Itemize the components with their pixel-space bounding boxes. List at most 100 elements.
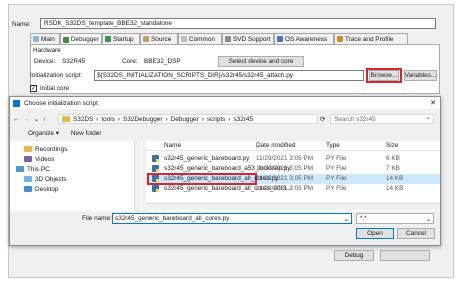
config-tabs: Main Debugger Startup Source Common SVD … <box>30 33 440 45</box>
python-file-icon <box>152 155 159 163</box>
nav-item-desktop[interactable]: Desktop <box>24 184 142 194</box>
column-date[interactable]: Date modified <box>256 142 295 149</box>
open-button[interactable]: Open <box>356 228 394 239</box>
search-placeholder: Search s32r45 <box>334 115 376 123</box>
file-list: Name Date modified Type Size s32r45_gene… <box>146 141 440 211</box>
init-script-value: ${S32DS_INITIALIZATION_SCRIPTS_DIR}/s32r… <box>97 72 293 79</box>
core-label: Core: <box>122 58 138 65</box>
debugger-tab-icon <box>63 36 69 43</box>
desktop-icon <box>24 186 32 192</box>
tab-os-awareness[interactable]: OS Awareness <box>274 33 334 44</box>
breadcrumb-s32ds[interactable]: S32DS <box>73 116 93 123</box>
breadcrumb[interactable]: S32DS › tools › S32Debugger › Debugger › scr… <box>58 114 318 124</box>
column-name[interactable]: Name <box>164 142 181 149</box>
debug-button[interactable]: Debug <box>334 250 374 261</box>
file-size: 7 KB <box>386 165 400 173</box>
trace-tab-icon <box>337 36 343 42</box>
close-button[interactable] <box>380 250 430 261</box>
config-name-field[interactable]: RSDK_S32DS_template_BBE32_standalone <box>40 18 436 29</box>
file-size: 14 KB <box>386 185 404 193</box>
breadcrumb-debugger[interactable]: Debugger <box>171 116 199 123</box>
cancel-button[interactable]: Cancel <box>397 228 435 239</box>
breadcrumb-s32debugger[interactable]: S32Debugger <box>123 116 162 123</box>
breadcrumb-tools[interactable]: tools <box>101 116 115 123</box>
file-list-hscrollbar[interactable] <box>146 203 440 210</box>
search-icon: ⌕ <box>426 115 430 122</box>
python-file-icon <box>152 185 159 193</box>
name-label: Name: <box>12 20 31 28</box>
file-type: PY File <box>326 185 347 193</box>
device-value: S32R45 <box>62 58 86 65</box>
nav-item-3d-objects[interactable]: 3D Objects <box>24 174 142 184</box>
folder-icon <box>24 146 32 152</box>
startup-tab-icon <box>105 36 111 42</box>
dialog-toolbar: Organize ▾ New folder <box>10 127 440 139</box>
navigation-pane: Recordings Videos This PC 3D Objects Des… <box>10 141 142 211</box>
breadcrumb-scripts[interactable]: scripts <box>207 116 225 123</box>
nav-item-videos[interactable]: Videos <box>24 154 142 164</box>
file-row[interactable]: s32r45_generic_bareboard.py 11/29/2021 3… <box>146 154 440 164</box>
variables-button[interactable]: Variables... <box>404 70 437 81</box>
select-device-button[interactable]: Select device and core <box>218 56 304 67</box>
source-tab-icon <box>143 36 149 42</box>
browse-button[interactable]: Browse... <box>369 70 399 81</box>
file-date: 11/29/2021 3:05 PM <box>256 175 314 183</box>
refresh-icon[interactable]: ⟳ <box>320 114 328 124</box>
forward-arrow-icon[interactable]: → <box>23 116 29 123</box>
initial-core-checkbox[interactable]: ✓ <box>30 85 37 92</box>
filename-label: File name: <box>82 215 112 222</box>
cube-icon <box>24 176 32 182</box>
chevron-down-icon[interactable]: ⌄ <box>344 215 349 223</box>
tab-main[interactable]: Main <box>30 33 60 44</box>
common-tab-icon <box>181 36 187 42</box>
new-folder-button[interactable]: New folder <box>71 130 102 137</box>
filter-value: *.* <box>360 215 367 222</box>
main-tab-icon <box>33 36 39 42</box>
video-folder-icon <box>24 156 32 162</box>
file-type: PY File <box>326 165 347 173</box>
file-name: s32r45_generic_bareboard.py <box>164 155 250 163</box>
file-type-filter[interactable]: *.* ⌄ <box>356 213 434 224</box>
python-file-icon <box>152 175 159 183</box>
computer-icon <box>16 166 24 172</box>
nav-item-recordings[interactable]: Recordings <box>24 144 142 154</box>
dialog-title: Choose initialization script <box>24 99 98 107</box>
column-size[interactable]: Size <box>386 142 398 149</box>
tab-svd-support[interactable]: SVD Support <box>222 33 274 44</box>
core-value: BBE32_DSP <box>144 58 181 65</box>
organize-menu[interactable]: Organize ▾ <box>28 129 59 137</box>
tab-trace-profile[interactable]: Trace and Profile <box>334 33 408 44</box>
tab-startup[interactable]: Startup <box>102 33 140 44</box>
file-type: PY File <box>326 155 347 163</box>
file-row[interactable]: s32r45_generic_bareboard_all_cores_ddr3.… <box>146 184 440 194</box>
init-script-label: Initialization script: <box>30 72 83 79</box>
tab-common[interactable]: Common <box>178 33 222 44</box>
file-size: 6 KB <box>386 155 400 163</box>
filename-value: s32r45_generic_bareboard_all_cores.py <box>115 215 230 222</box>
dialog-titlebar: Choose initialization script ✕ <box>10 97 440 109</box>
nav-item-this-pc[interactable]: This PC <box>16 164 142 174</box>
chevron-down-icon[interactable]: ⌄ <box>34 115 39 123</box>
config-name-value: RSDK_S32DS_template_BBE32_standalone <box>44 20 172 27</box>
dialog-app-icon <box>13 99 20 107</box>
dialog-nav-bar: ← → ⌄ ↑ S32DS › tools › S32Debugger › Debug… <box>10 113 440 125</box>
file-date: 11/29/2021 3:05 PM <box>256 155 314 163</box>
up-arrow-icon[interactable]: ↑ <box>43 116 46 123</box>
close-icon[interactable]: ✕ <box>430 99 436 107</box>
folder-icon <box>62 116 70 122</box>
breadcrumb-s32r45[interactable]: s32r45 <box>233 116 253 123</box>
tab-source[interactable]: Source <box>140 33 178 44</box>
file-row-selected[interactable]: s32r45_generic_bareboard_all_cores.py 11… <box>146 173 440 185</box>
file-type: PY File <box>326 175 347 183</box>
os-tab-icon <box>277 36 283 42</box>
search-input[interactable]: Search s32r45 ⌕ <box>330 114 434 124</box>
column-type[interactable]: Type <box>326 142 340 149</box>
init-script-field[interactable]: ${S32DS_INITIALIZATION_SCRIPTS_DIR}/s32r… <box>94 70 364 81</box>
python-file-icon <box>152 165 159 173</box>
filename-input[interactable]: s32r45_generic_bareboard_all_cores.py ⌄ <box>112 213 352 224</box>
nav-scrollbar[interactable] <box>134 141 141 211</box>
initial-core-label: Initial core <box>40 85 70 92</box>
back-arrow-icon[interactable]: ← <box>13 116 19 123</box>
file-size: 14 KB <box>386 175 404 183</box>
file-date: 11/29/2021 3:05 PM <box>256 185 314 193</box>
